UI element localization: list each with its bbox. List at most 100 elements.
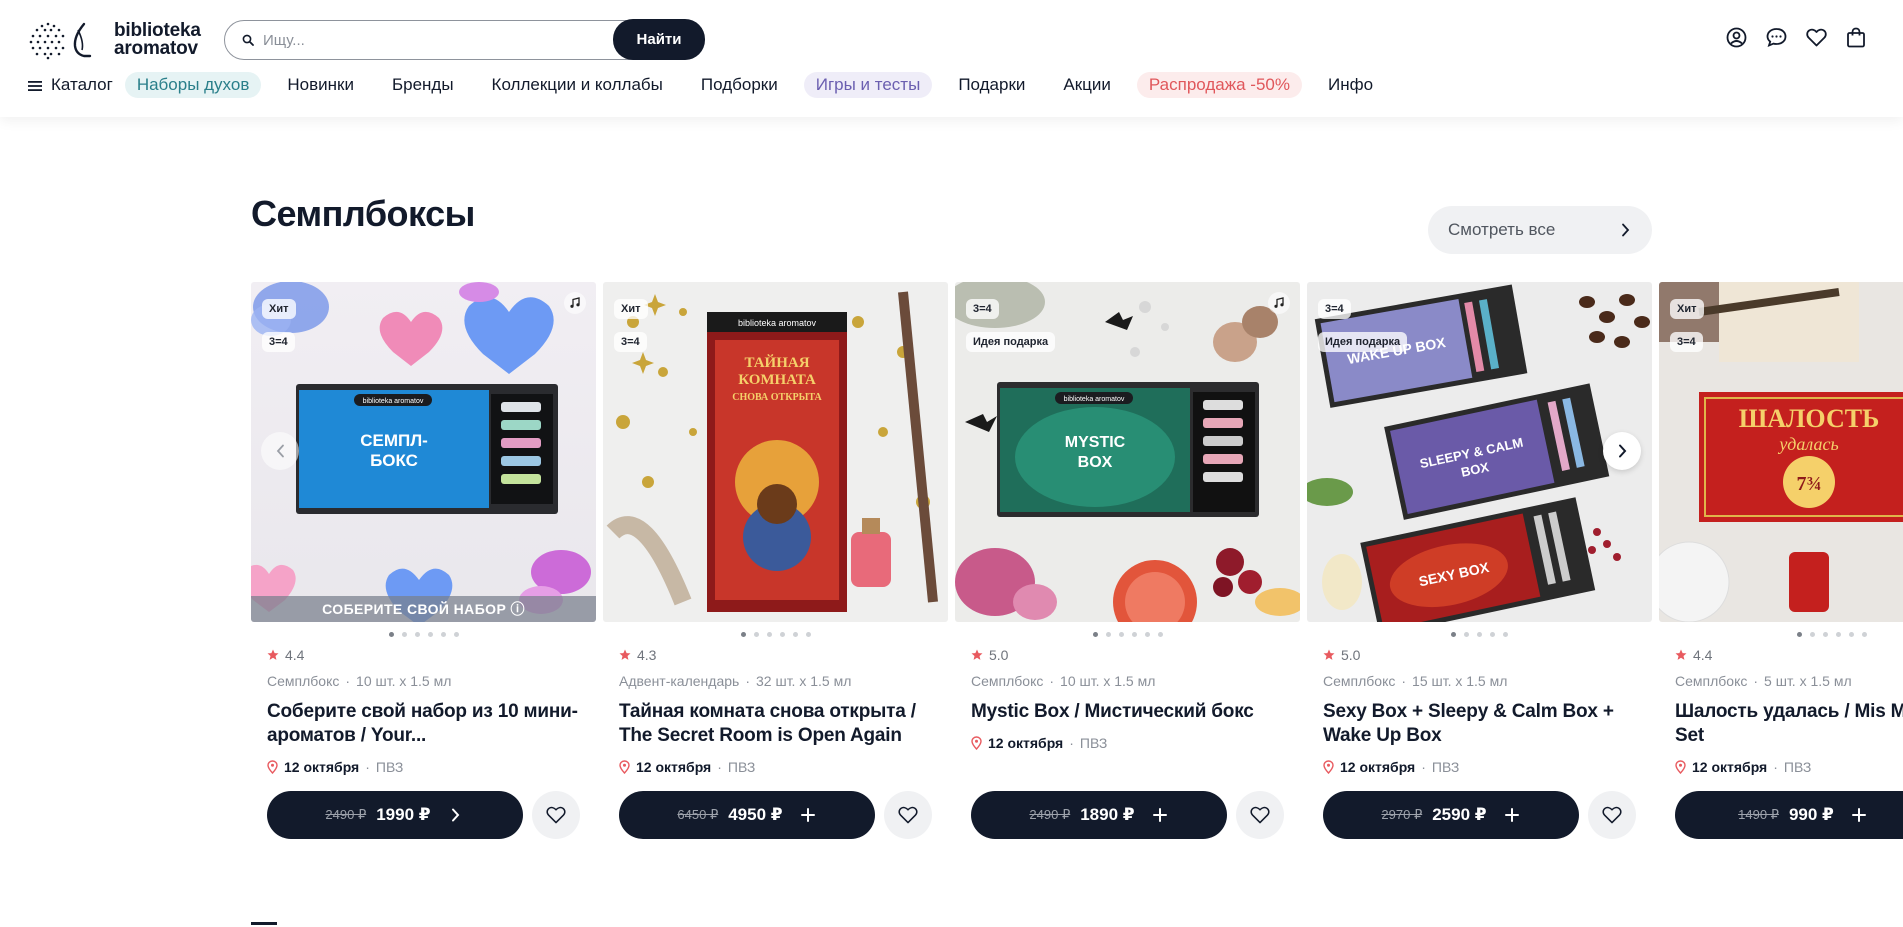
image-dot[interactable] (1796, 632, 1802, 637)
image-dot[interactable] (1464, 632, 1469, 637)
image-dot[interactable] (1490, 632, 1495, 637)
music-note-icon[interactable] (564, 292, 586, 314)
product-card[interactable]: biblioteka aromatov ТАЙНАЯ КОМНАТА СНОВА… (603, 282, 948, 842)
image-dot[interactable] (1157, 632, 1163, 637)
site-header: biblioteka aromatov Найти Каталог Наборы… (0, 0, 1903, 117)
image-dot[interactable] (1144, 632, 1150, 637)
image-dot[interactable] (440, 632, 446, 637)
price-button[interactable]: 2490 ₽ 1990 ₽ (267, 791, 523, 839)
product-type: Семплбокс (267, 673, 340, 689)
price-button[interactable]: 2970 ₽ 2590 ₽ (1323, 791, 1579, 839)
product-title[interactable]: Тайная комната снова открыта / The Secre… (619, 700, 949, 748)
price-button[interactable]: 6450 ₽ 4950 ₽ (619, 791, 875, 839)
product-card[interactable]: biblioteka aromatov СЕМПЛ- БОКС Хит 3=4 … (251, 282, 596, 842)
nav-info[interactable]: Инфо (1328, 72, 1373, 98)
image-dot[interactable] (1092, 632, 1098, 637)
brand-logo[interactable]: biblioteka aromatov (28, 20, 201, 60)
search-icon (235, 27, 261, 53)
arrow-right-icon (447, 806, 465, 824)
image-dot[interactable] (427, 632, 433, 637)
rating-value: 4.4 (285, 647, 305, 663)
image-dot[interactable] (1848, 632, 1854, 637)
product-title[interactable]: Соберите свой набор из 10 мини-ароматов … (267, 700, 597, 748)
product-image[interactable]: ШАЛОСТЬ удалась 7¾ Хит 3=4 (1659, 282, 1903, 622)
search-button[interactable]: Найти (613, 19, 705, 60)
product-title[interactable]: Шалость удалась / Mis Managed Set (1675, 700, 1903, 748)
image-dot[interactable] (1822, 632, 1828, 637)
product-image[interactable]: biblioteka aromatov MYSTIC BOX 3=4 Идея … (955, 282, 1300, 622)
image-dot[interactable] (779, 632, 785, 637)
favorite-button[interactable] (1236, 791, 1284, 839)
image-dot[interactable] (414, 632, 420, 637)
rating: 5.0 (971, 647, 1008, 663)
product-card[interactable]: ШАЛОСТЬ удалась 7¾ Хит 3=4 4.4 Семплбокс… (1659, 282, 1903, 842)
badge-gift-idea: Идея подарка (1318, 332, 1408, 352)
nav-perfume-sets[interactable]: Наборы духов (124, 72, 262, 98)
image-dot[interactable] (805, 632, 811, 637)
product-card[interactable]: biblioteka aromatov MYSTIC BOX 3=4 Идея … (955, 282, 1300, 842)
product-image[interactable]: WAKE UP BOX SLEEPY & CALM BOX SEXY BOX (1307, 282, 1652, 622)
collect-set-banner[interactable]: СОБЕРИТЕ СВОЙ НАБОР ⓘ (251, 596, 596, 622)
image-dot[interactable] (1451, 632, 1456, 637)
old-price: 2490 ₽ (325, 807, 367, 822)
favorite-button[interactable] (884, 791, 932, 839)
favorite-button[interactable] (1588, 791, 1636, 839)
plus-icon (1850, 806, 1868, 824)
image-dot[interactable] (740, 632, 746, 637)
image-dot[interactable] (1503, 632, 1508, 637)
badge-promo: 3=4 (966, 299, 999, 319)
plus-icon (799, 806, 817, 824)
image-dot[interactable] (1477, 632, 1482, 637)
delivery-pickup: ПВЗ (1079, 735, 1108, 751)
nav-sale[interactable]: Распродажа -50% (1136, 72, 1302, 98)
badge-promo: 3=4 (614, 332, 647, 352)
product-image[interactable]: biblioteka aromatov СЕМПЛ- БОКС Хит 3=4 … (251, 282, 596, 622)
favorite-button[interactable] (532, 791, 580, 839)
product-title[interactable]: Mystic Box / Мистический бокс (971, 700, 1301, 724)
image-dot[interactable] (1861, 632, 1867, 637)
location-pin-icon (267, 760, 278, 774)
search-bar: Найти (224, 19, 705, 60)
product-volume: 15 шт. x 1.5 мл (1412, 673, 1508, 689)
account-icon[interactable] (1725, 26, 1747, 48)
nav-brands[interactable]: Бренды (392, 72, 454, 98)
old-price: 2490 ₽ (1029, 807, 1071, 822)
delivery-pickup: ПВЗ (727, 759, 756, 775)
image-dot[interactable] (1118, 632, 1124, 637)
music-note-icon[interactable] (1268, 292, 1290, 314)
star-icon (1323, 649, 1335, 660)
carousel-next-button[interactable] (1603, 432, 1641, 470)
price-button[interactable]: 2490 ₽ 1890 ₽ (971, 791, 1227, 839)
nav-games-tests[interactable]: Игры и тесты (803, 72, 933, 98)
image-dot[interactable] (766, 632, 772, 637)
chat-icon[interactable] (1765, 26, 1787, 48)
image-dot[interactable] (1835, 632, 1841, 637)
nav-gifts[interactable]: Подарки (958, 72, 1025, 98)
product-card[interactable]: WAKE UP BOX SLEEPY & CALM BOX SEXY BOX (1307, 282, 1652, 842)
svg-text:biblioteka aromatov: biblioteka aromatov (1064, 396, 1125, 403)
next-section-title-edge (251, 922, 277, 925)
see-all-button[interactable]: Смотреть все (1428, 206, 1652, 254)
nav-collections[interactable]: Коллекции и коллабы (492, 72, 663, 98)
product-image[interactable]: biblioteka aromatov ТАЙНАЯ КОМНАТА СНОВА… (603, 282, 948, 622)
product-meta: Семплбокс · 10 шт. x 1.5 мл (267, 673, 452, 689)
carousel-prev-button[interactable] (261, 432, 299, 470)
heart-icon[interactable] (1805, 26, 1827, 48)
image-dot[interactable] (753, 632, 759, 637)
image-dot[interactable] (1809, 632, 1815, 637)
image-dot[interactable] (792, 632, 798, 637)
image-dot[interactable] (388, 632, 394, 637)
nav-promotions[interactable]: Акции (1063, 72, 1111, 98)
image-dots (955, 632, 1300, 637)
image-dot[interactable] (453, 632, 459, 637)
image-dot[interactable] (1105, 632, 1111, 637)
image-dot[interactable] (401, 632, 407, 637)
nav-catalog[interactable]: Каталог (28, 72, 113, 98)
product-title[interactable]: Sexy Box + Sleepy & Calm Box + Wake Up B… (1323, 700, 1653, 748)
bag-icon[interactable] (1845, 26, 1867, 48)
nav-new[interactable]: Новинки (287, 72, 354, 98)
image-dot[interactable] (1131, 632, 1137, 637)
product-meta: Семплбокс · 5 шт. x 1.5 мл (1675, 673, 1852, 689)
price-button[interactable]: 1490 ₽ 990 ₽ (1675, 791, 1903, 839)
nav-selections[interactable]: Подборки (701, 72, 778, 98)
